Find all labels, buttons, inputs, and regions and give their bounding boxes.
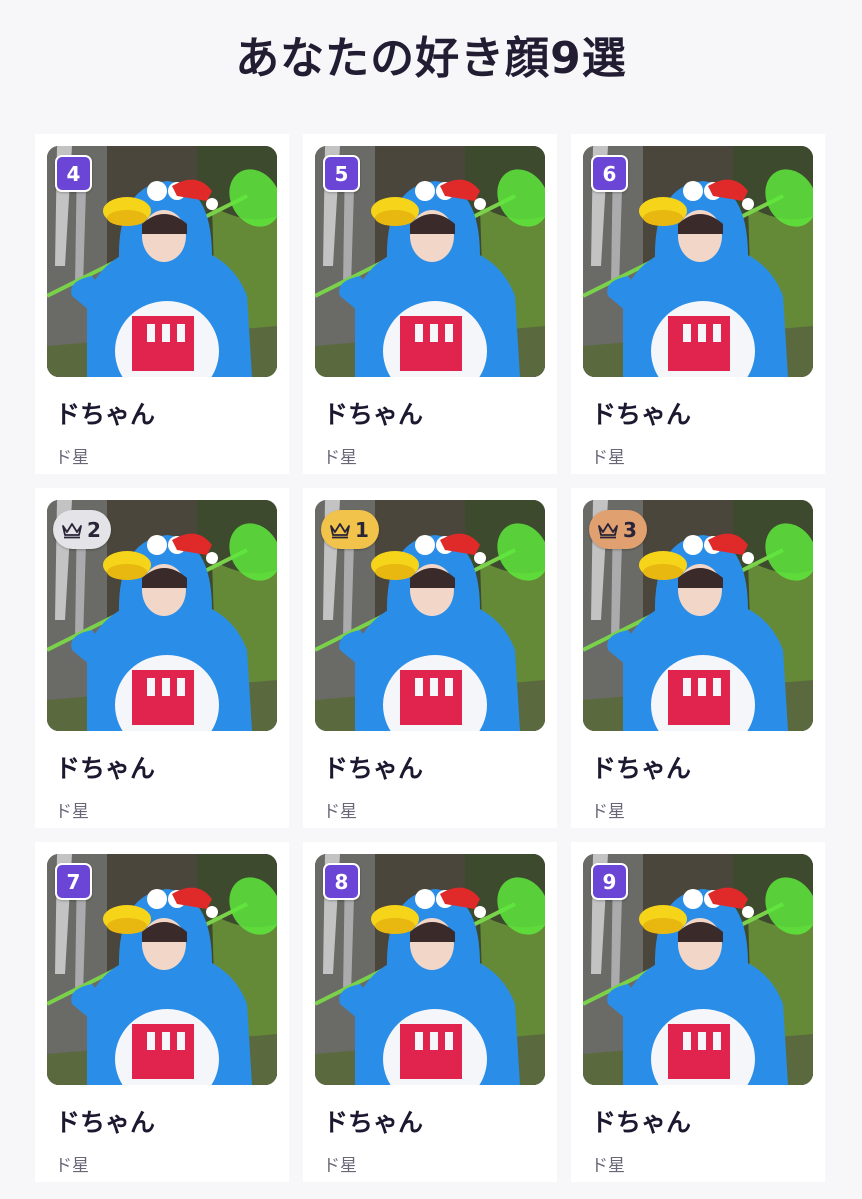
ranking-card[interactable]: 8 ドちゃんド星 — [303, 842, 557, 1182]
member-photo: 4 — [47, 146, 277, 377]
ranking-card[interactable]: 7 ドちゃんド星 — [35, 842, 289, 1182]
member-name: ドちゃん — [55, 754, 156, 783]
member-photo: 5 — [315, 146, 545, 377]
member-name: ドちゃん — [591, 400, 692, 429]
rank-badge: 4 — [55, 155, 92, 192]
member-photo: 7 — [47, 854, 277, 1085]
member-name: ドちゃん — [323, 754, 424, 783]
member-name: ドちゃん — [55, 400, 156, 429]
member-group: ド星 — [591, 802, 625, 822]
rank-number: 2 — [87, 517, 101, 542]
member-photo: 1 — [315, 500, 545, 731]
member-photo: 8 — [315, 854, 545, 1085]
member-group: ド星 — [323, 1156, 357, 1176]
ranking-card[interactable]: 3 ドちゃんド星 — [571, 488, 825, 828]
ranking-card[interactable]: 5 ドちゃんド星 — [303, 134, 557, 474]
ranking-card[interactable]: 4 ドちゃんド星 — [35, 134, 289, 474]
crown-rank-badge: 1 — [321, 510, 379, 549]
ranking-card[interactable]: 2 ドちゃんド星 — [35, 488, 289, 828]
member-name: ドちゃん — [55, 1108, 156, 1137]
member-group: ド星 — [55, 448, 89, 468]
page-title: あなたの好き顔9選 — [235, 33, 627, 84]
member-photo: 9 — [583, 854, 813, 1085]
member-group: ド星 — [55, 802, 89, 822]
ranking-grid: 4 ドちゃん ド星 5 ドちゃん ド星 6 ドちゃん ド星 2 ドちゃん ド星 … — [35, 134, 825, 1182]
crown-rank-badge: 2 — [53, 510, 111, 549]
member-name: ドちゃん — [323, 1108, 424, 1137]
member-group: ド星 — [591, 1156, 625, 1176]
member-photo: 3 — [583, 500, 813, 731]
member-group: ド星 — [55, 1156, 89, 1176]
member-name: ドちゃん — [591, 754, 692, 783]
crown-icon — [61, 521, 83, 539]
crown-icon — [597, 521, 619, 539]
rank-number: 3 — [623, 517, 637, 542]
rank-badge: 9 — [591, 863, 628, 900]
ranking-card[interactable]: 1 ドちゃんド星 — [303, 488, 557, 828]
rank-badge: 6 — [591, 155, 628, 192]
member-group: ド星 — [323, 802, 357, 822]
member-name: ドちゃん — [323, 400, 424, 429]
rank-badge: 5 — [323, 155, 360, 192]
member-group: ド星 — [591, 448, 625, 468]
ranking-card[interactable]: 9 ドちゃんド星 — [571, 842, 825, 1182]
member-photo: 2 — [47, 500, 277, 731]
member-name: ドちゃん — [591, 1108, 692, 1137]
rank-badge: 8 — [323, 863, 360, 900]
member-group: ド星 — [323, 448, 357, 468]
ranking-card[interactable]: 6 ドちゃんド星 — [571, 134, 825, 474]
member-photo: 6 — [583, 146, 813, 377]
rank-number: 1 — [355, 517, 369, 542]
crown-icon — [329, 521, 351, 539]
crown-rank-badge: 3 — [589, 510, 647, 549]
rank-badge: 7 — [55, 863, 92, 900]
